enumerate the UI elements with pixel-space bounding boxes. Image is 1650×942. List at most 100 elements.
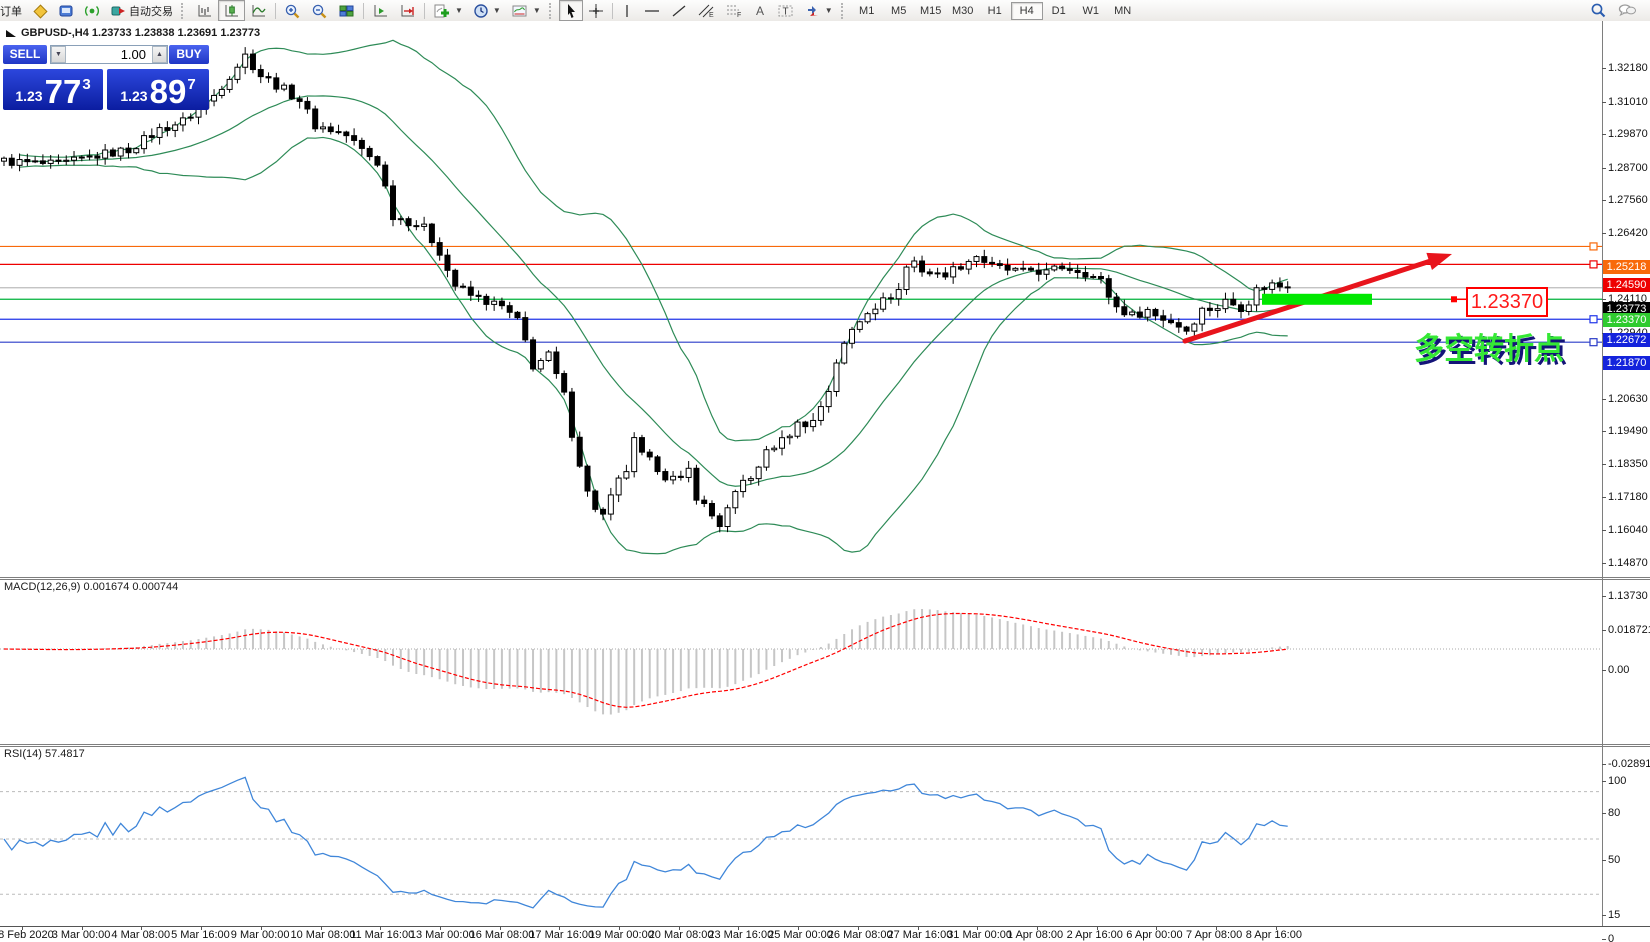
new-order-button[interactable]: 新订单 (0, 0, 27, 21)
price-axis-tick (1602, 134, 1606, 136)
arrows-caret-icon: ▼ (824, 6, 833, 15)
channel-icon: E (698, 4, 714, 19)
bar-chart-icon (198, 4, 211, 16)
time-axis-tick (1096, 926, 1098, 930)
pane-separator[interactable] (0, 579, 1650, 580)
time-axis-label: 23 Mar 16:00 (708, 929, 774, 941)
sell-price-sup: 3 (82, 76, 91, 93)
buy-button[interactable]: BUY (169, 45, 209, 64)
timeframe-H4[interactable]: H4 (1010, 1, 1043, 20)
volume-down-button[interactable]: ▼ (51, 46, 66, 63)
timeframe-D1[interactable]: D1 (1043, 2, 1075, 20)
crosshair-button[interactable] (583, 0, 609, 21)
timeframe-M5[interactable]: M5 (883, 2, 915, 20)
price-axis-label: 1.19490 (1608, 425, 1648, 438)
indicators-button[interactable]: ▼ (428, 0, 468, 21)
rsi-axis-tick (1602, 939, 1606, 940)
buy-price-box[interactable]: 1.23 89 7 (107, 69, 209, 110)
time-axis-tick (499, 926, 501, 930)
pane-separator[interactable] (0, 746, 1650, 747)
price-axis-label: 1.20630 (1608, 392, 1648, 405)
chat-icon (1618, 4, 1636, 17)
horizontal-line-button[interactable] (638, 0, 666, 21)
price-axis-label: 1.28700 (1608, 161, 1648, 174)
time-axis-tick (201, 926, 203, 930)
timeframe-group: M1 M5 M15 M30 H1 H4 D1 W1 MN (851, 1, 1139, 20)
price-level-badge: 1.21870 (1603, 356, 1650, 371)
volume-up-button[interactable]: ▲ (152, 46, 167, 63)
zoom-out-button[interactable] (306, 0, 333, 21)
arrows-button[interactable]: ▼ (800, 0, 838, 21)
volume-value[interactable]: 1.00 (66, 47, 152, 62)
time-axis-tick (917, 926, 919, 930)
time-axis-tick (1156, 926, 1158, 930)
candlestick-chart-button[interactable] (218, 0, 245, 21)
price-axis-label: 1.29870 (1608, 128, 1648, 141)
timeframe-MN[interactable]: MN (1107, 2, 1139, 20)
time-axis-tick (738, 926, 740, 930)
time-axis-tick (857, 926, 859, 930)
autotrading-label: 自动交易 (129, 5, 173, 18)
chart-title-row: GBPUSD-,H4 1.23733 1.23838 1.23691 1.237… (5, 27, 260, 39)
autotrading-button[interactable]: 自动交易 (105, 0, 178, 21)
sell-price-box[interactable]: 1.23 77 3 (3, 69, 103, 110)
price-axis-tick (1602, 299, 1606, 301)
cursor-button[interactable] (558, 0, 583, 21)
terminal-button[interactable] (53, 0, 79, 21)
time-axis-tick (380, 926, 382, 930)
toolbar-grip[interactable] (840, 2, 848, 19)
svg-text:T: T (782, 6, 788, 17)
timeframe-M15[interactable]: M15 (915, 2, 947, 20)
pane-separator[interactable] (0, 577, 1650, 578)
vertical-line-button[interactable] (616, 0, 638, 21)
pane-separator[interactable] (0, 744, 1650, 745)
time-axis-label: 9 Mar 00:00 (230, 929, 290, 941)
time-axis-label: 16 Mar 08:00 (469, 929, 535, 941)
auto-scroll-icon (374, 4, 387, 16)
zoom-in-button[interactable] (279, 0, 306, 21)
signal-button[interactable] (79, 0, 105, 21)
time-axis-label: 26 Mar 08:00 (827, 929, 893, 941)
trendline-button[interactable] (666, 0, 692, 21)
time-axis-label: 13 Mar 00:00 (409, 929, 475, 941)
channel-button[interactable]: E (692, 0, 720, 21)
chart-shift-button[interactable] (394, 0, 421, 21)
price-axis-label: 1.16040 (1608, 523, 1648, 536)
macd-axis-label: 0.00 (1608, 664, 1630, 676)
sell-button[interactable]: SELL (3, 45, 47, 64)
rsi-axis-tick (1602, 860, 1606, 861)
new-order-icon-button[interactable] (27, 0, 53, 21)
zoom-in-icon (285, 4, 300, 18)
timeframe-W1[interactable]: W1 (1075, 2, 1107, 20)
time-axis-label: 25 Mar 00:00 (768, 929, 833, 941)
timeframe-M30[interactable]: M30 (947, 2, 979, 20)
time-axis-label: 5 Mar 16:00 (171, 929, 230, 941)
templates-button[interactable]: ▼ (506, 0, 546, 21)
line-chart-button[interactable] (245, 0, 272, 21)
new-order-icon (33, 3, 48, 19)
chart-canvas[interactable] (0, 21, 1650, 942)
timeframe-H1[interactable]: H1 (979, 2, 1011, 20)
toolbar-grip[interactable] (548, 2, 556, 19)
text-button[interactable]: A (748, 0, 772, 21)
periods-button[interactable]: ▼ (468, 0, 506, 21)
search-button[interactable] (1584, 0, 1612, 21)
fibonacci-button[interactable]: F (720, 0, 748, 21)
timeframe-M1[interactable]: M1 (851, 2, 883, 20)
crosshair-icon (588, 3, 603, 18)
chat-button[interactable] (1612, 0, 1642, 21)
templates-caret-icon: ▼ (532, 6, 541, 15)
sell-price-prefix: 1.23 (15, 88, 43, 104)
price-annotation-box[interactable]: 1.23370 (1466, 287, 1548, 317)
cursor-icon (567, 3, 575, 18)
time-axis-tick (977, 926, 979, 930)
price-axis-tick (1602, 101, 1606, 103)
auto-scroll-button[interactable] (367, 0, 394, 21)
toolbar-grip[interactable] (181, 2, 188, 19)
text-label-button[interactable]: T (772, 0, 800, 21)
chart-title: GBPUSD-,H4 1.23733 1.23838 1.23691 1.237… (21, 27, 261, 39)
bar-chart-button[interactable] (191, 0, 218, 21)
tile-windows-button[interactable] (333, 0, 360, 21)
price-level-badge: 1.24590 (1603, 278, 1650, 293)
horizontal-line-icon (644, 9, 659, 12)
